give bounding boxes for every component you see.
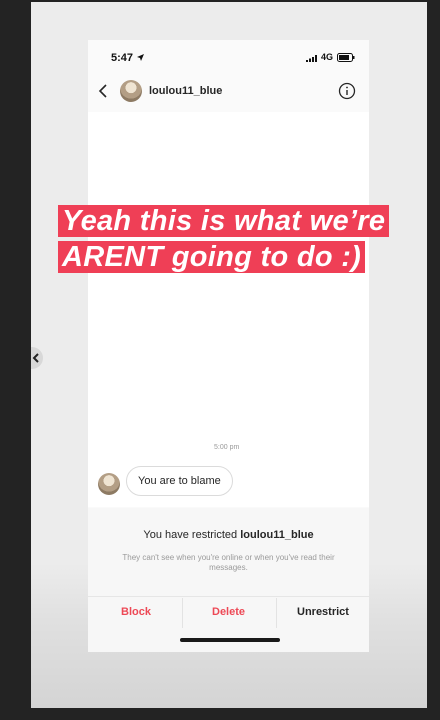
message-bubble[interactable]: You are to blame <box>126 466 233 496</box>
story-text-line-1: Yeah this is what we’re <box>58 205 408 237</box>
location-arrow-icon <box>137 54 144 61</box>
home-indicator <box>180 638 280 642</box>
info-icon[interactable] <box>338 82 356 100</box>
chevron-left-icon <box>32 353 39 363</box>
restrict-title: You have restricted loulou11_blue <box>143 529 314 541</box>
restrict-actions: Block Delete Unrestrict <box>88 596 369 628</box>
header-username[interactable]: loulou11_blue <box>149 85 222 97</box>
back-arrow-icon[interactable] <box>98 84 108 98</box>
divider <box>182 598 183 628</box>
message-avatar <box>98 473 120 495</box>
message-timestamp: 5:00 pm <box>214 444 240 451</box>
status-bar: 5:47 4G <box>88 40 369 76</box>
story-text-line-2: ARENT going to do :) <box>58 241 408 273</box>
battery-icon <box>337 53 355 62</box>
restrict-panel: You have restricted loulou11_blue They c… <box>88 508 369 652</box>
signal-icon <box>306 55 317 62</box>
delete-button[interactable]: Delete <box>212 606 245 618</box>
unrestrict-button[interactable]: Unrestrict <box>297 606 349 618</box>
block-button[interactable]: Block <box>121 606 151 618</box>
divider <box>276 598 277 628</box>
status-time: 5:47 <box>111 52 134 64</box>
avatar[interactable] <box>120 80 142 102</box>
network-type: 4G <box>321 52 334 62</box>
restrict-subtitle: They can't see when you're online or whe… <box>122 553 335 572</box>
chat-header: loulou11_blue <box>88 76 369 112</box>
previous-story-button[interactable] <box>31 347 43 369</box>
